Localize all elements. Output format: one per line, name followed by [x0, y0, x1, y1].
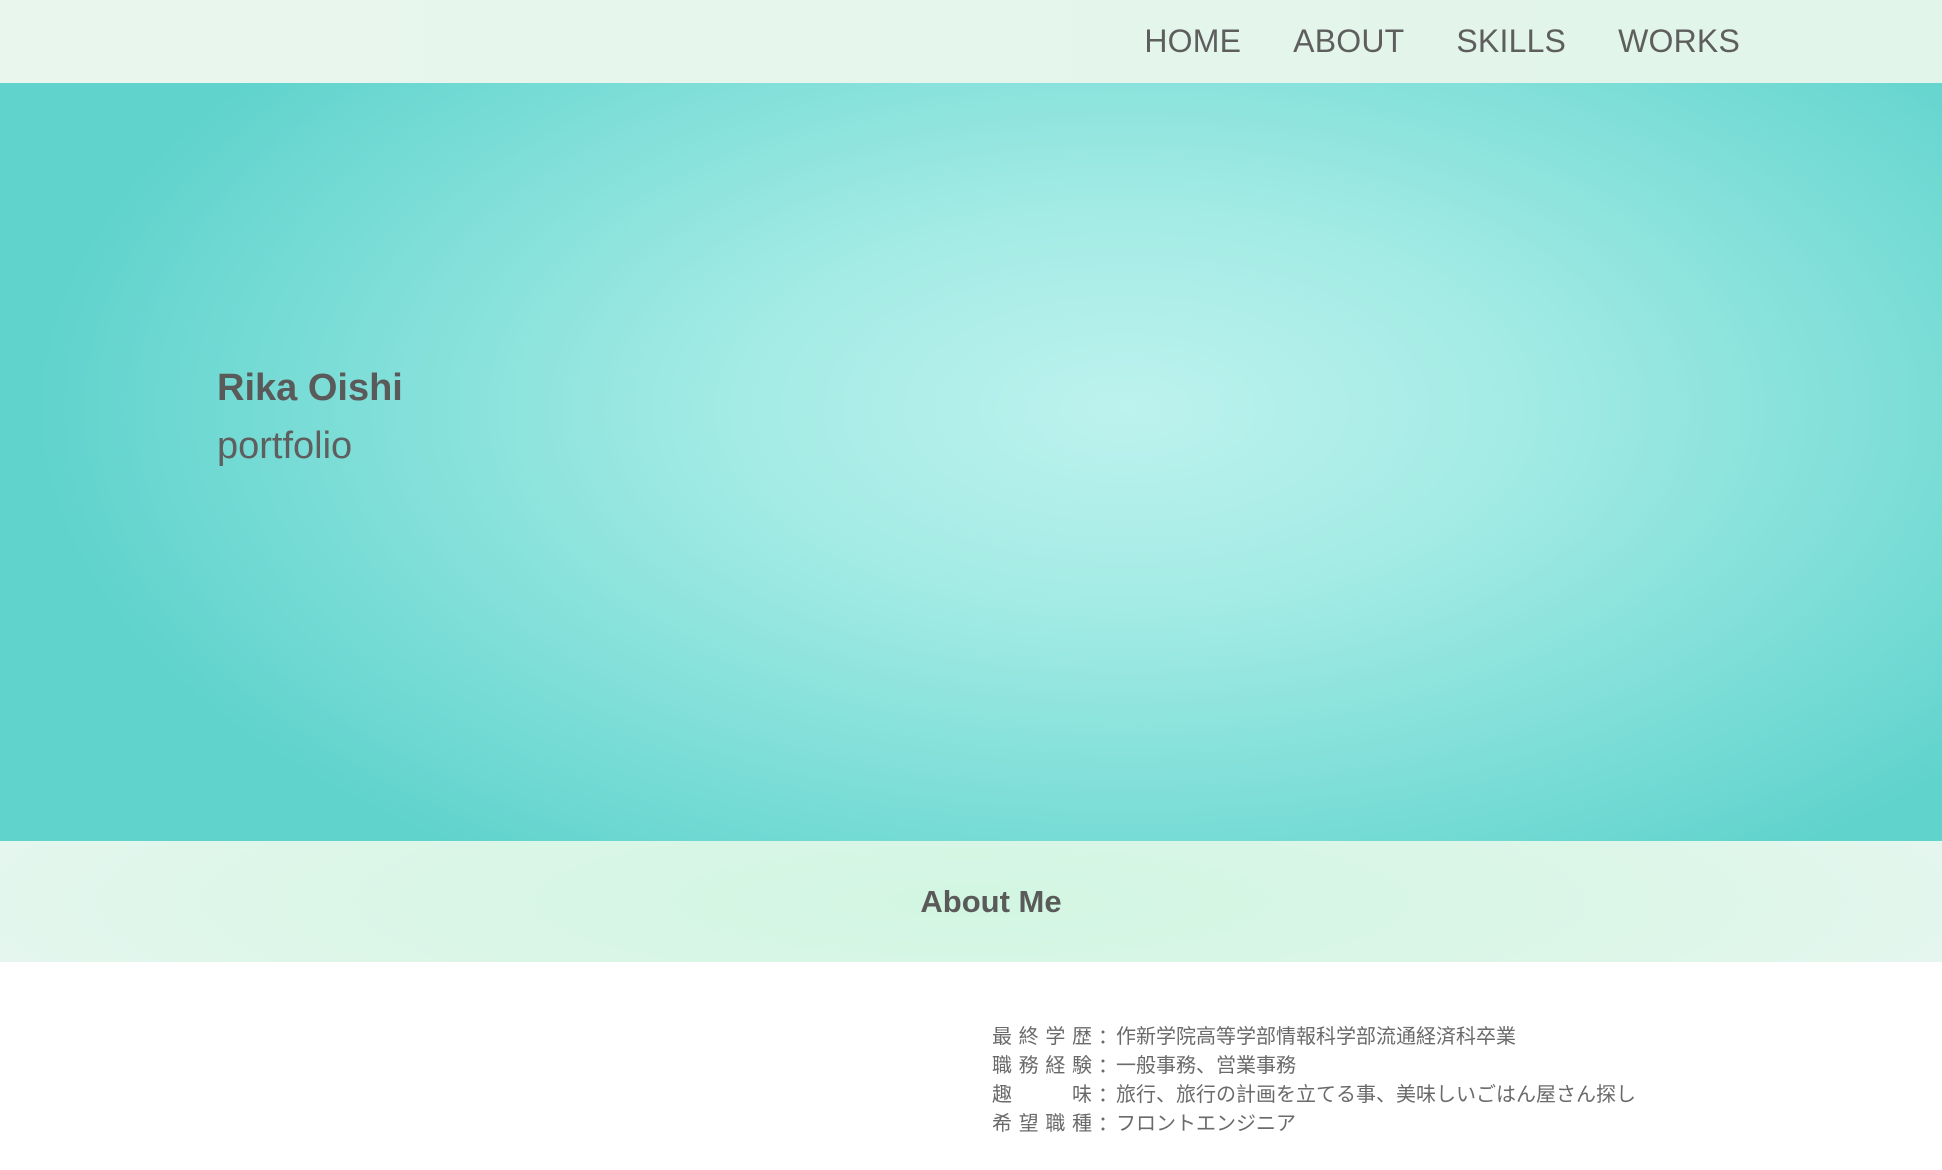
hero-section: Rika Oishi portfolio [0, 83, 1942, 841]
hero-name: Rika Oishi [217, 367, 403, 409]
profile-label: 最 終 学 歴 [992, 1020, 1092, 1049]
label-char: 歴 [1071, 1024, 1092, 1048]
label-char: 希 [992, 1111, 1012, 1135]
hero-subtitle: portfolio [217, 425, 353, 467]
label-char: 職 [1045, 1111, 1066, 1135]
nav-menu: HOME ABOUT SKILLS WORKS [1092, 0, 1740, 83]
nav-item-about[interactable]: ABOUT [1293, 23, 1404, 60]
label-char: 経 [1045, 1053, 1066, 1077]
top-nav: HOME ABOUT SKILLS WORKS [0, 0, 1942, 83]
label-char: 職 [992, 1053, 1012, 1077]
about-header: About Me [0, 841, 1942, 962]
profile-value: 作新学院高等学部情報科学部流通経済科卒業 [1116, 1024, 1516, 1048]
label-char: 学 [1045, 1024, 1066, 1048]
label-char: 望 [1018, 1111, 1039, 1135]
profile-row-experience: 職 務 経 験 ： 一般事務、営業事務 [992, 1049, 1636, 1078]
profile-value: 旅行、旅行の計画を立てる事、美味しいごはん屋さん探し [1116, 1082, 1636, 1106]
label-char: 験 [1071, 1053, 1092, 1077]
profile-list: 最 終 学 歴 ： 作新学院高等学部情報科学部流通経済科卒業 職 務 経 験 ：… [992, 1020, 1636, 1136]
about-title: About Me [920, 883, 1062, 919]
label-char: 終 [1018, 1024, 1039, 1048]
nav-item-skills[interactable]: SKILLS [1456, 23, 1566, 60]
profile-label: 趣 味 [992, 1078, 1092, 1107]
profile-row-hobby: 趣 味 ： 旅行、旅行の計画を立てる事、美味しいごはん屋さん探し [992, 1078, 1636, 1107]
nav-item-works[interactable]: WORKS [1618, 23, 1740, 60]
profile-label: 希 望 職 種 [992, 1107, 1092, 1136]
profile-label: 職 務 経 験 [992, 1049, 1092, 1078]
profile-row-education: 最 終 学 歴 ： 作新学院高等学部情報科学部流通経済科卒業 [992, 1020, 1636, 1049]
label-char: 務 [1018, 1053, 1039, 1077]
label-char: 種 [1071, 1111, 1092, 1135]
label-char: 趣 [992, 1082, 1012, 1106]
profile-colon: ： [1098, 1024, 1118, 1048]
label-char: 味 [1072, 1082, 1092, 1106]
nav-item-home[interactable]: HOME [1144, 23, 1241, 60]
profile-value: フロントエンジニア [1116, 1111, 1296, 1135]
profile-row-desired-job: 希 望 職 種 ： フロントエンジニア [992, 1107, 1636, 1136]
profile-colon: ： [1098, 1053, 1118, 1077]
profile-colon: ： [1098, 1082, 1118, 1106]
profile-colon: ： [1098, 1111, 1118, 1135]
label-char: 最 [992, 1024, 1012, 1048]
profile-value: 一般事務、営業事務 [1116, 1053, 1296, 1077]
